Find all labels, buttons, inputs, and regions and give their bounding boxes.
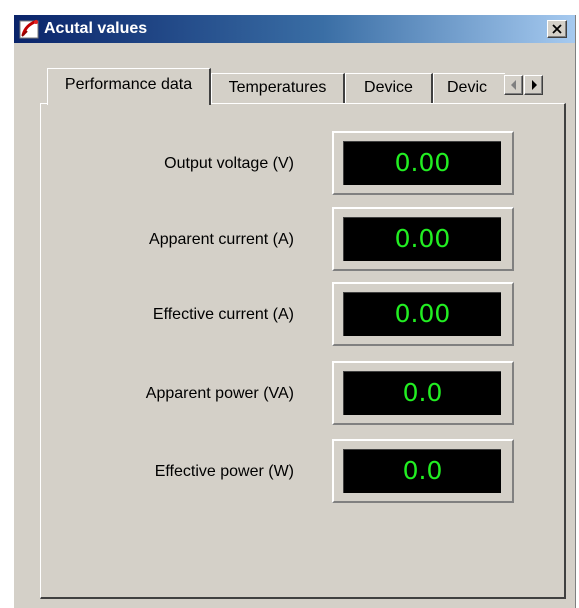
- actual-values-window: Acutal values Performance data Temperatu…: [13, 15, 576, 608]
- tab-device[interactable]: Device: [345, 73, 433, 103]
- apparent-current-value: 0.00: [343, 217, 501, 261]
- apparent-current-frame: 0.00: [332, 207, 514, 271]
- tab-device-2[interactable]: Devic: [433, 73, 505, 103]
- apparent-power-label: Apparent power (VA): [145, 385, 294, 402]
- apparent-power-value: 0.0: [343, 371, 501, 415]
- tab-scroll-right-button[interactable]: [524, 75, 543, 95]
- effective-power-frame: 0.0: [332, 439, 514, 503]
- tab-scroll-left-button[interactable]: [504, 75, 523, 95]
- tab-label: Performance data: [64, 76, 193, 93]
- apparent-current-label: Apparent current (A): [149, 231, 294, 248]
- window-title: Acutal values: [44, 20, 148, 37]
- effective-power-value: 0.0: [343, 449, 501, 493]
- tab-label: Devic: [447, 79, 488, 96]
- effective-current-frame: 0.00: [332, 282, 514, 346]
- tab-label: Temperatures: [228, 79, 327, 96]
- tab-performance-data[interactable]: Performance data: [47, 68, 211, 105]
- performance-data-panel: Output voltage (V) 0.00 Apparent current…: [40, 103, 566, 599]
- app-icon: [19, 18, 41, 40]
- close-button[interactable]: [547, 20, 567, 38]
- chevron-right-icon: [532, 80, 537, 90]
- title-bar[interactable]: Acutal values: [14, 15, 575, 43]
- close-icon: [552, 24, 562, 34]
- tab-temperatures[interactable]: Temperatures: [211, 73, 345, 103]
- output-voltage-label: Output voltage (V): [164, 155, 294, 172]
- tab-label: Device: [364, 79, 413, 96]
- apparent-power-frame: 0.0: [332, 361, 514, 425]
- chevron-left-icon: [511, 80, 516, 90]
- effective-current-label: Effective current (A): [152, 306, 294, 323]
- output-voltage-value: 0.00: [343, 141, 501, 185]
- output-voltage-frame: 0.00: [332, 131, 514, 195]
- effective-power-label: Effective power (W): [154, 463, 294, 480]
- effective-current-value: 0.00: [343, 292, 501, 336]
